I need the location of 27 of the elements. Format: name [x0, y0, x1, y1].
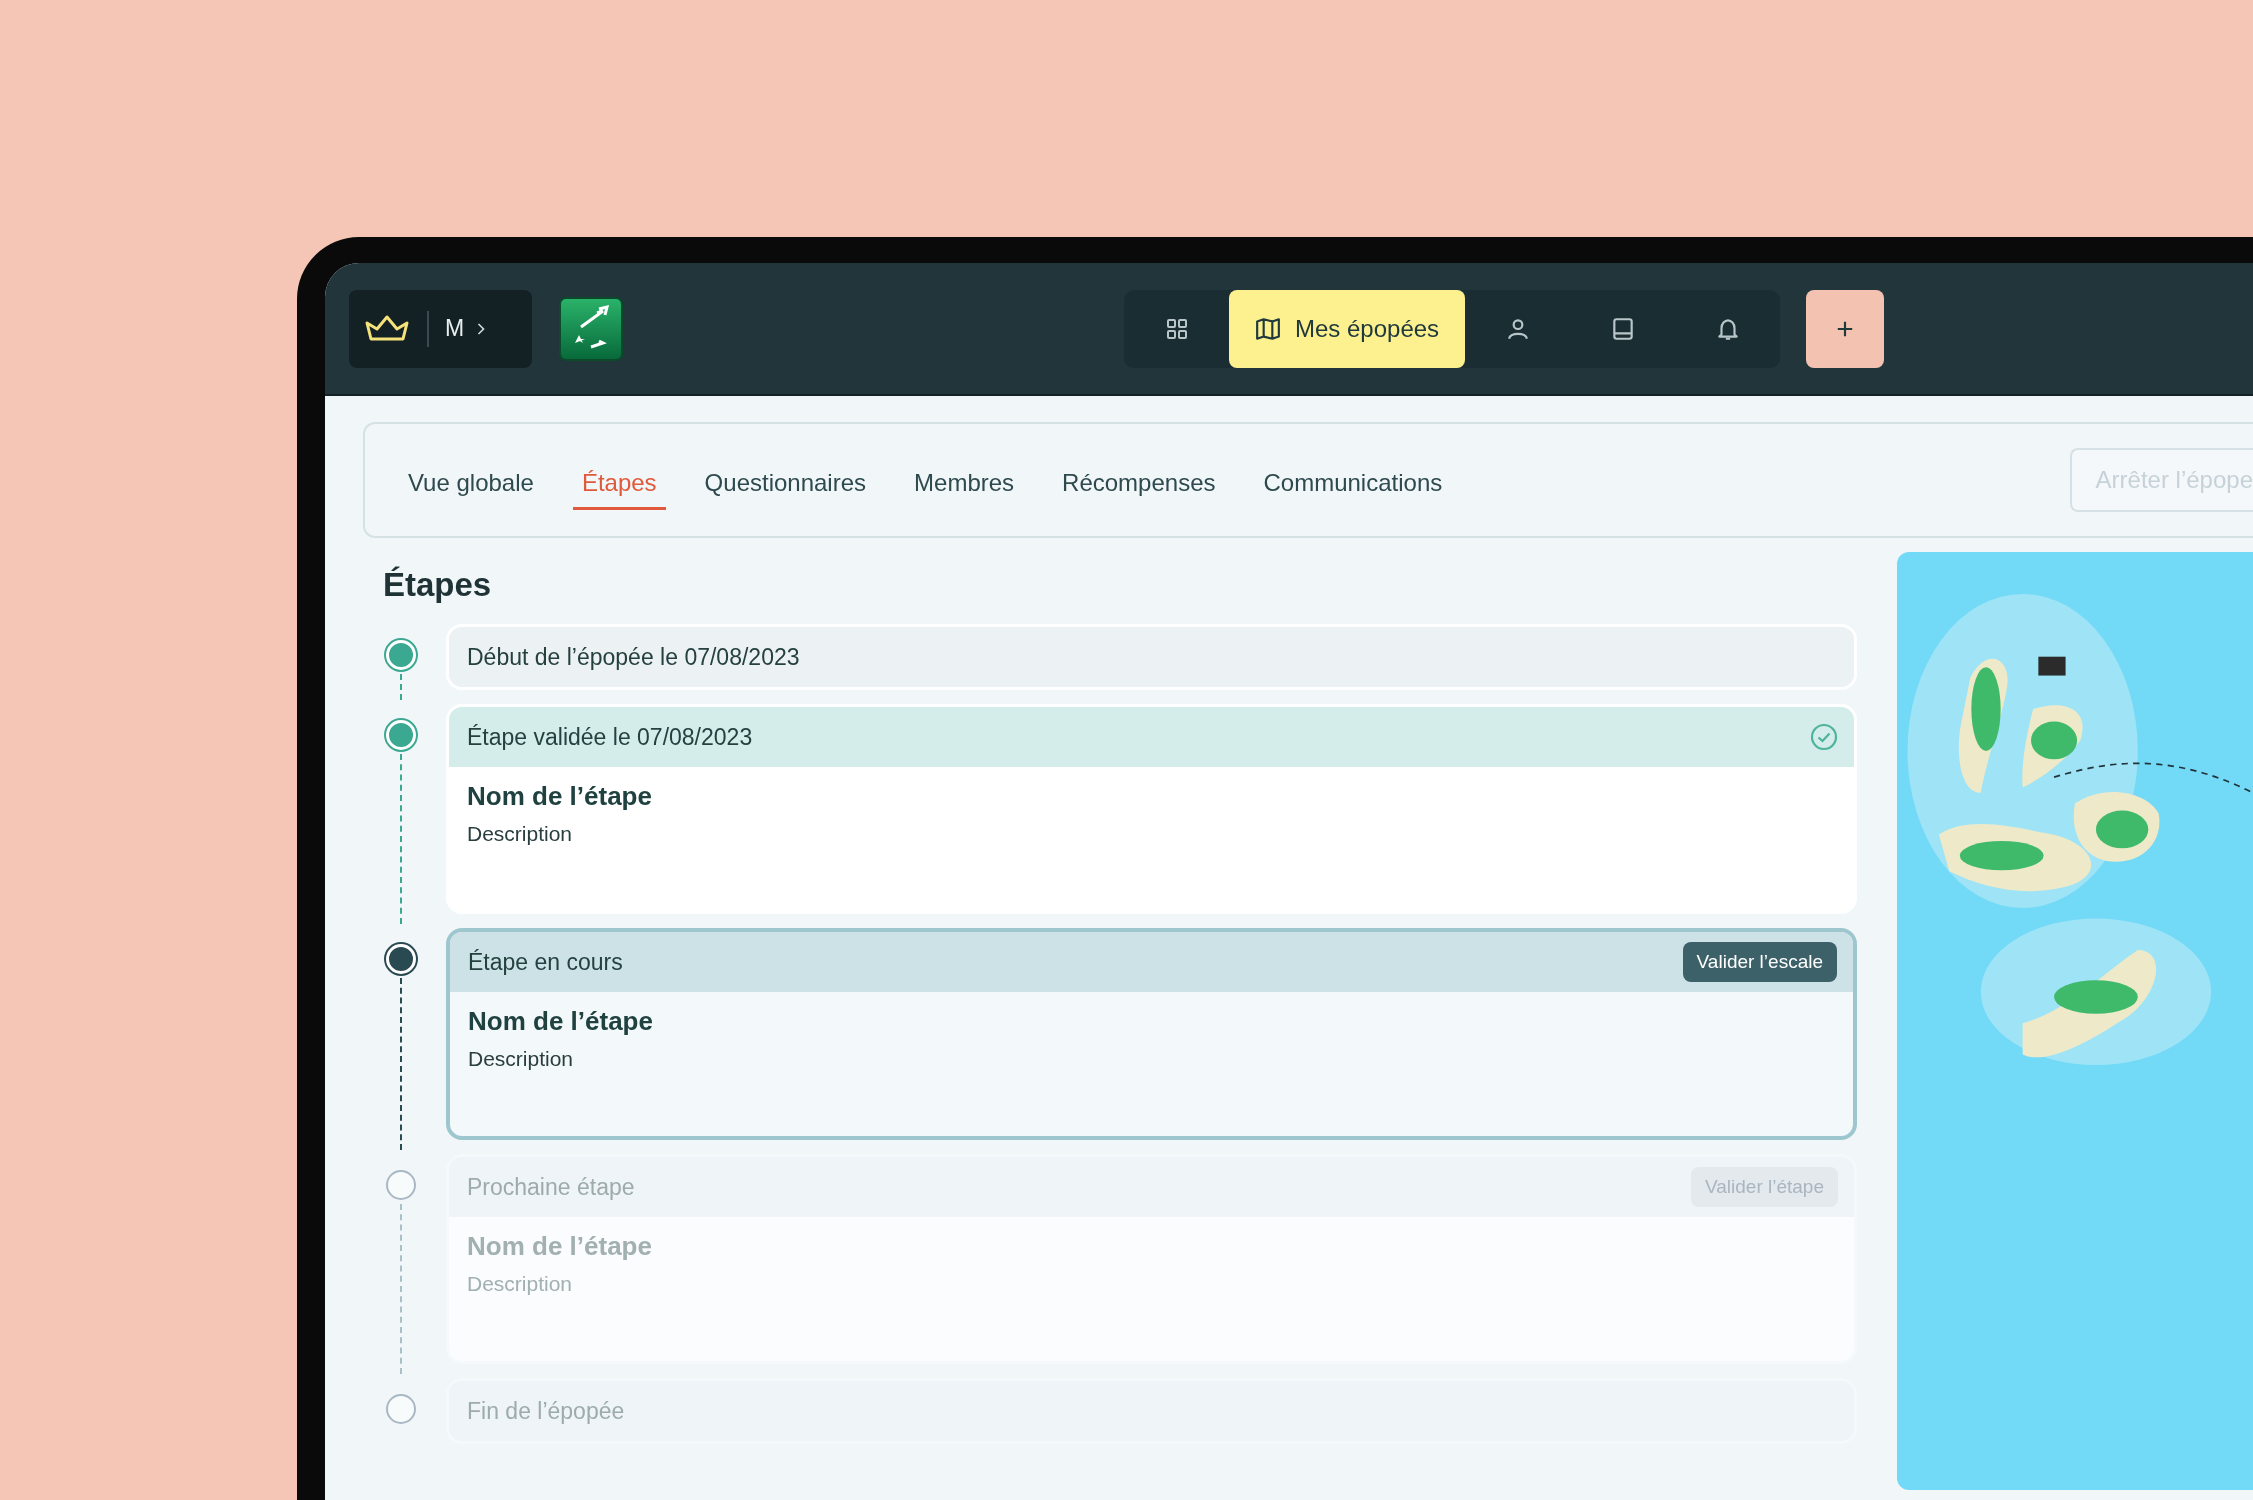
validate-button[interactable]: Valider l’escale [1682, 942, 1837, 982]
step-description: Description [468, 1047, 575, 1071]
grid-icon [1164, 316, 1189, 341]
check-circle-icon [1810, 723, 1838, 751]
tab[interactable]: Récompenses [1053, 456, 1225, 510]
step-status-label: Début de l’épopée le 07/08/2023 [467, 643, 800, 671]
step-name: Nom de l’étape [467, 781, 653, 812]
step-name: Nom de l’étape [468, 1006, 654, 1037]
tab[interactable]: Questionnaires [695, 456, 876, 510]
map-icon [1255, 315, 1281, 342]
step-status-label: Étape en cours [468, 948, 623, 976]
logo-icon[interactable] [559, 296, 623, 361]
step-status-label: Étape validée le 07/08/2023 [467, 723, 753, 751]
plus-icon [1836, 319, 1855, 338]
step-description: Description [467, 822, 574, 846]
section-title: Étapes [383, 566, 493, 604]
tab[interactable]: Communications [1254, 456, 1452, 510]
step-name: Nom de l’étape [467, 1231, 653, 1262]
step-status-label: Prochaine étape [467, 1173, 635, 1201]
add-button[interactable] [1806, 289, 1885, 368]
nav-tab[interactable]: Mes épopées [1229, 289, 1466, 368]
tab[interactable]: Vue globale [399, 456, 543, 510]
step-status-label: Fin de l’épopée [467, 1397, 625, 1425]
step-description: Description [467, 1272, 574, 1296]
workspace-initial[interactable]: M [445, 315, 465, 342]
chevron-right-icon[interactable] [476, 321, 487, 336]
tab[interactable]: Membres [905, 456, 1024, 510]
